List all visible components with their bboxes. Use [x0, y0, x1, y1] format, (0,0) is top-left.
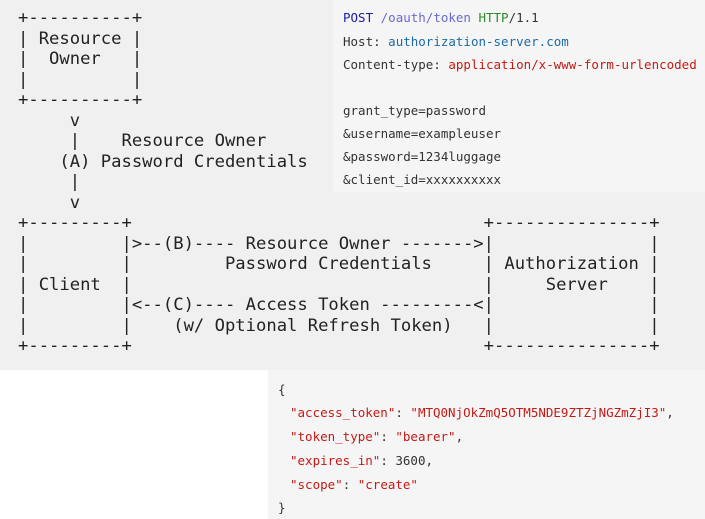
diagram-line: +---------+ +---------------+	[18, 213, 660, 233]
json-field: "access_token": "MTQ0NjOkZmQ5OTM5NDE9ZTZ…	[290, 405, 674, 420]
request-line: POST /oauth/token HTTP/1.1	[343, 10, 539, 25]
diagram-line: +----------+	[18, 90, 143, 110]
body-line: &password=1234luggage	[343, 149, 502, 164]
json-field: "scope": "create"	[290, 477, 418, 492]
json-key: "scope"	[290, 477, 343, 492]
content-type-label: Content-type:	[343, 57, 441, 72]
diagram-line: |	[18, 172, 81, 192]
json-value: 3600	[395, 453, 426, 468]
host-header: Host: authorization-server.com	[343, 34, 569, 49]
json-close-brace: }	[278, 500, 286, 515]
diagram-line: | |<--(C)---- Access Token ---------<| |	[18, 295, 660, 315]
json-key: "token_type"	[290, 429, 381, 444]
diagram-line: | Resource Owner	[18, 131, 267, 151]
json-key: "expires_in"	[290, 453, 381, 468]
content-type-header: Content-type: application/x-www-form-url…	[343, 57, 697, 72]
request-path: /oauth/token	[380, 10, 471, 25]
diagram-line: v	[18, 110, 81, 131]
json-field: "expires_in": 3600,	[290, 453, 434, 468]
json-value: "create"	[357, 477, 418, 492]
body-line: grant_type=password	[343, 103, 486, 118]
diagram-line: | Client | | Server |	[18, 274, 660, 295]
protocol-name: HTTP	[478, 10, 509, 25]
diagram-line: | Owner |	[18, 49, 143, 69]
diagram-line: | | Password Credentials | Authorization…	[18, 254, 660, 274]
http-request-block: POST /oauth/token HTTP/1.1 Host: authori…	[333, 0, 705, 192]
json-open-brace: {	[278, 382, 286, 397]
diagram-line: | |>--(B)---- Resource Owner ------->| |	[18, 233, 660, 254]
json-key: "access_token"	[290, 405, 396, 420]
diagram-line: | Resource |	[18, 28, 143, 49]
diagram-line: v	[18, 192, 81, 213]
host-header-label: Host:	[343, 34, 381, 49]
diagram-line: +----------+	[18, 8, 143, 28]
json-field: "token_type": "bearer",	[290, 429, 464, 444]
diagram-line: | |	[18, 69, 143, 90]
content-type-value: application/x-www-form-urlencoded	[448, 57, 697, 72]
diagram-line: | | (w/ Optional Refresh Token) | |	[18, 315, 660, 336]
protocol-version: /1.1	[508, 10, 539, 25]
host-header-value: authorization-server.com	[388, 34, 569, 49]
json-value: "bearer"	[395, 429, 456, 444]
json-response-block: { "access_token": "MTQ0NjOkZmQ5OTM5NDE9Z…	[268, 370, 705, 519]
body-line: &username=exampleuser	[343, 126, 502, 141]
http-method: POST	[343, 10, 374, 25]
json-value: "MTQ0NjOkZmQ5OTM5NDE9ZTZjNGZmZjI3"	[410, 405, 667, 420]
diagram-line: (A) Password Credentials	[18, 151, 308, 172]
diagram-line: +---------+ +---------------+	[18, 336, 660, 356]
body-line: &client_id=xxxxxxxxxx	[343, 172, 502, 187]
